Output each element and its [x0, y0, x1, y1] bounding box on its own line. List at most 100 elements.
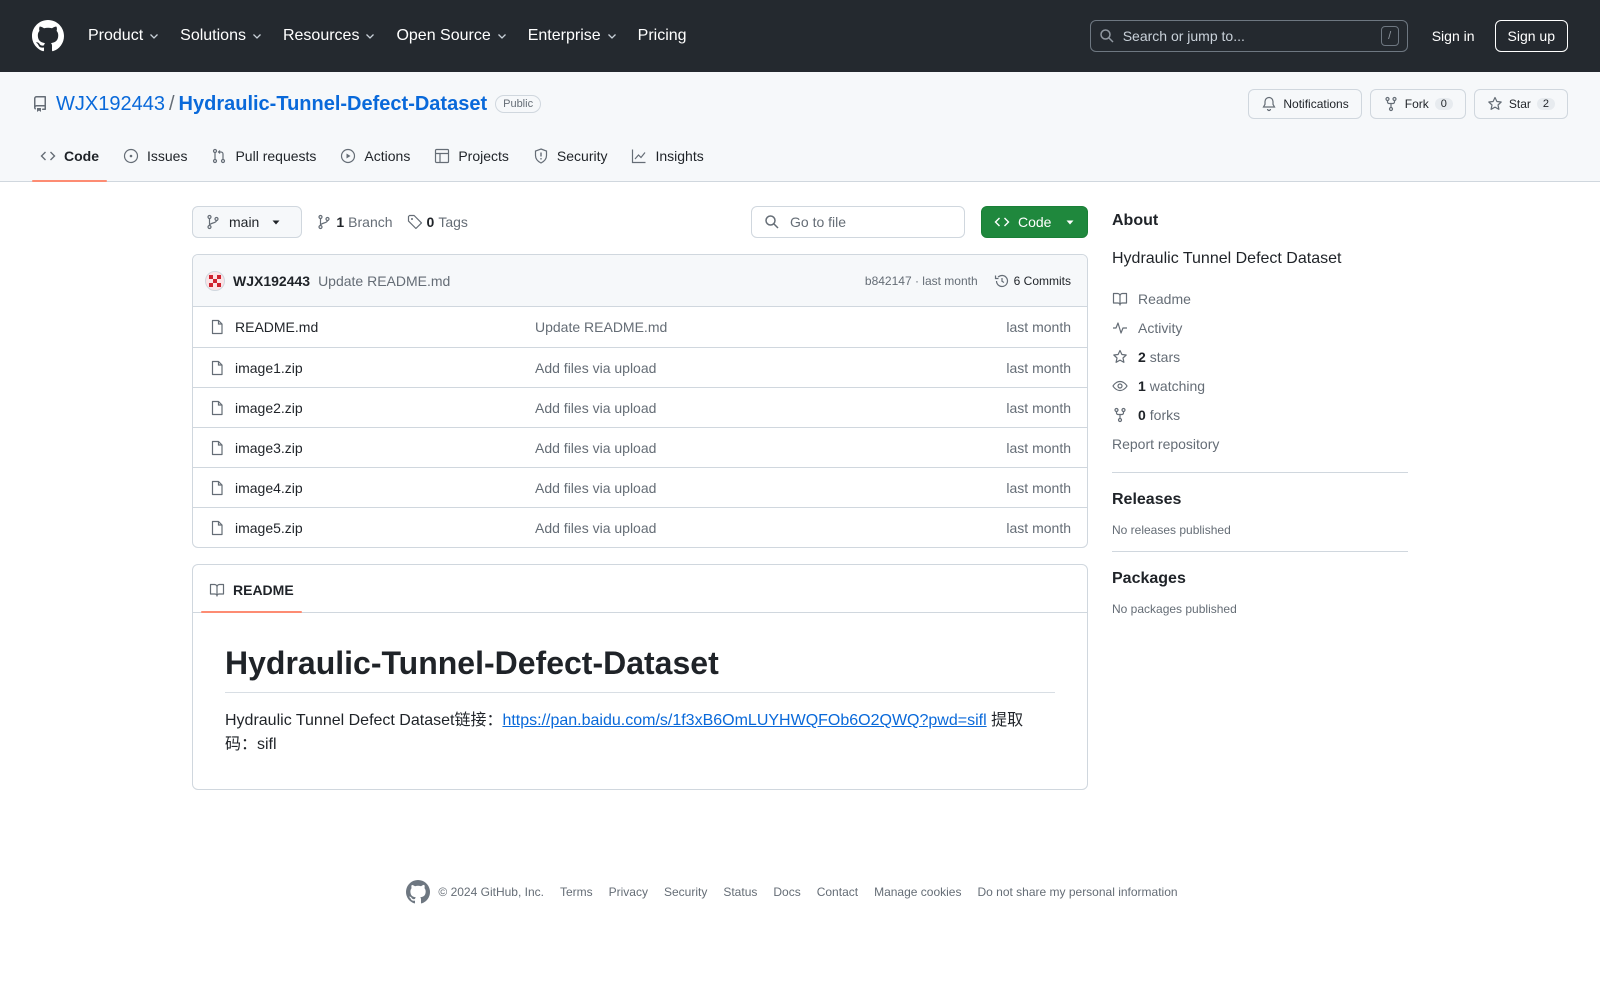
footer-manage-cookies-link[interactable]: Manage cookies: [874, 885, 961, 899]
file-commit-message[interactable]: Add files via upload: [535, 400, 1006, 416]
tab-pull-requests[interactable]: Pull requests: [203, 142, 324, 182]
nav-pricing[interactable]: Pricing: [638, 27, 687, 45]
file-commit-message[interactable]: Add files via upload: [535, 520, 1006, 536]
commit-hash-date[interactable]: b842147 · last month: [865, 274, 978, 288]
sidebar-activity-label: Activity: [1138, 319, 1183, 336]
chevron-down-icon: [366, 34, 375, 39]
book-icon: [1112, 292, 1128, 306]
file-icon: [211, 400, 223, 415]
file-icon: [211, 440, 223, 455]
repo-name-link[interactable]: Hydraulic-Tunnel-Defect-Dataset: [179, 93, 488, 116]
fork-button[interactable]: Fork 0: [1369, 89, 1466, 119]
chevron-down-icon: [150, 34, 159, 39]
file-row: image3.zip Add files via upload last mon…: [193, 427, 1087, 467]
repo-actions: Notifications Fork 0 Star 2: [1248, 89, 1568, 119]
nav-resources[interactable]: Resources: [283, 27, 376, 45]
commits-history-link[interactable]: 6 Commits: [994, 273, 1071, 289]
global-search-input[interactable]: Search or jump to... /: [1089, 20, 1408, 52]
tab-issues[interactable]: Issues: [115, 142, 195, 182]
go-to-file-input[interactable]: Go to file: [751, 206, 965, 238]
file-name-link[interactable]: image3.zip: [209, 440, 535, 456]
file-icon: [211, 360, 223, 375]
footer-terms-link[interactable]: Terms: [560, 885, 593, 899]
footer-docs-link[interactable]: Docs: [773, 885, 800, 899]
file-browser: WJX192443 Update README.md b842147 · las…: [192, 254, 1088, 548]
file-commit-message[interactable]: Update README.md: [535, 319, 1006, 335]
tab-code[interactable]: Code: [32, 142, 107, 182]
nav-pricing-label: Pricing: [637, 27, 687, 44]
readme-body: Hydraulic-Tunnel-Defect-Dataset Hydrauli…: [193, 613, 1087, 789]
eye-icon: [1112, 380, 1128, 391]
history-icon: [994, 274, 1008, 287]
branch-icon: [207, 214, 219, 230]
readme-tab[interactable]: README: [201, 582, 302, 613]
latest-commit-row: WJX192443 Update README.md b842147 · las…: [193, 255, 1087, 307]
footer-contact-link[interactable]: Contact: [817, 885, 858, 899]
branches-link[interactable]: 1 Branch: [316, 214, 393, 230]
footer-privacy-link[interactable]: Privacy: [609, 885, 648, 899]
nav-solutions[interactable]: Solutions: [180, 27, 263, 45]
sidebar-watching-link[interactable]: 1 watching: [1112, 371, 1408, 400]
file-icon: [211, 319, 223, 335]
nav-enterprise-label: Enterprise: [527, 27, 601, 44]
dataset-download-link[interactable]: https://pan.baidu.com/s/1f3xB6OmLUYHWQFO…: [502, 712, 986, 729]
code-download-button[interactable]: Code: [981, 206, 1088, 238]
file-commit-message[interactable]: Add files via upload: [535, 440, 1006, 456]
commit-message-link[interactable]: Update README.md: [318, 273, 450, 289]
file-row: README.md Update README.md last month: [193, 307, 1087, 347]
sidebar-activity-link[interactable]: Activity: [1112, 313, 1408, 342]
fork-count: 0: [1434, 98, 1453, 110]
sidebar-forks-link[interactable]: 0 forks: [1112, 400, 1408, 429]
file-commit-date: last month: [1006, 439, 1071, 456]
footer-do-not-share-link[interactable]: Do not share my personal information: [977, 885, 1177, 899]
github-logo-icon[interactable]: [406, 880, 431, 904]
code-icon: [994, 217, 1010, 227]
go-to-file-placeholder: Go to file: [790, 214, 847, 230]
file-commit-message[interactable]: Add files via upload: [535, 480, 1006, 496]
pull-request-icon: [213, 148, 226, 164]
file-name-link[interactable]: image1.zip: [209, 360, 535, 376]
branch-label: Branch: [348, 214, 393, 230]
report-repository-link[interactable]: Report repository: [1112, 429, 1408, 458]
readme-title: Hydraulic-Tunnel-Defect-Dataset: [225, 645, 1055, 693]
tab-security[interactable]: Security: [525, 142, 616, 182]
file-name-link[interactable]: image5.zip: [209, 520, 535, 536]
footer-status-link[interactable]: Status: [723, 885, 757, 899]
file-name-link[interactable]: README.md: [209, 319, 535, 335]
star-button[interactable]: Star 2: [1473, 89, 1568, 119]
readme-tab-label: README: [233, 582, 294, 598]
stars-label: stars: [1149, 348, 1181, 365]
nav-enterprise[interactable]: Enterprise: [528, 27, 618, 45]
file-name-link[interactable]: image4.zip: [209, 480, 535, 496]
releases-heading[interactable]: Releases: [1112, 491, 1408, 509]
code-icon: [40, 151, 56, 161]
avatar[interactable]: [205, 270, 225, 291]
github-logo-icon[interactable]: [32, 20, 64, 52]
sign-up-button[interactable]: Sign up: [1494, 20, 1568, 52]
file-row: image4.zip Add files via upload last mon…: [193, 467, 1087, 507]
global-header: Product Solutions Resources Open Source …: [0, 0, 1600, 72]
nav-product[interactable]: Product: [88, 27, 160, 45]
branch-selector-button[interactable]: main: [192, 206, 303, 238]
main-content: main 1 Branch 0 Tags Go to file Code WJX…: [0, 182, 1600, 790]
notifications-button[interactable]: Notifications: [1248, 89, 1362, 119]
footer-copyright: © 2024 GitHub, Inc.: [438, 885, 544, 899]
sidebar-stars-link[interactable]: 2 stars: [1112, 342, 1408, 371]
tab-insights[interactable]: Insights: [623, 142, 711, 182]
tab-actions[interactable]: Actions: [332, 142, 418, 182]
file-name-link[interactable]: image2.zip: [209, 400, 535, 416]
tab-projects[interactable]: Projects: [426, 142, 517, 182]
star-icon: [1113, 349, 1127, 363]
commit-author-link[interactable]: WJX192443: [233, 273, 310, 289]
book-icon: [209, 583, 225, 597]
tags-link[interactable]: 0 Tags: [407, 214, 468, 230]
footer-security-link[interactable]: Security: [664, 885, 707, 899]
packages-heading[interactable]: Packages: [1112, 570, 1408, 588]
repo-owner-link[interactable]: WJX192443: [56, 93, 165, 116]
sign-in-link[interactable]: Sign in: [1420, 28, 1487, 44]
sidebar-readme-link[interactable]: Readme: [1112, 284, 1408, 313]
repo-path-separator: /: [168, 92, 175, 115]
file-commit-message[interactable]: Add files via upload: [535, 360, 1006, 376]
nav-open-source[interactable]: Open Source: [396, 27, 507, 45]
tab-projects-label: Projects: [458, 148, 509, 164]
